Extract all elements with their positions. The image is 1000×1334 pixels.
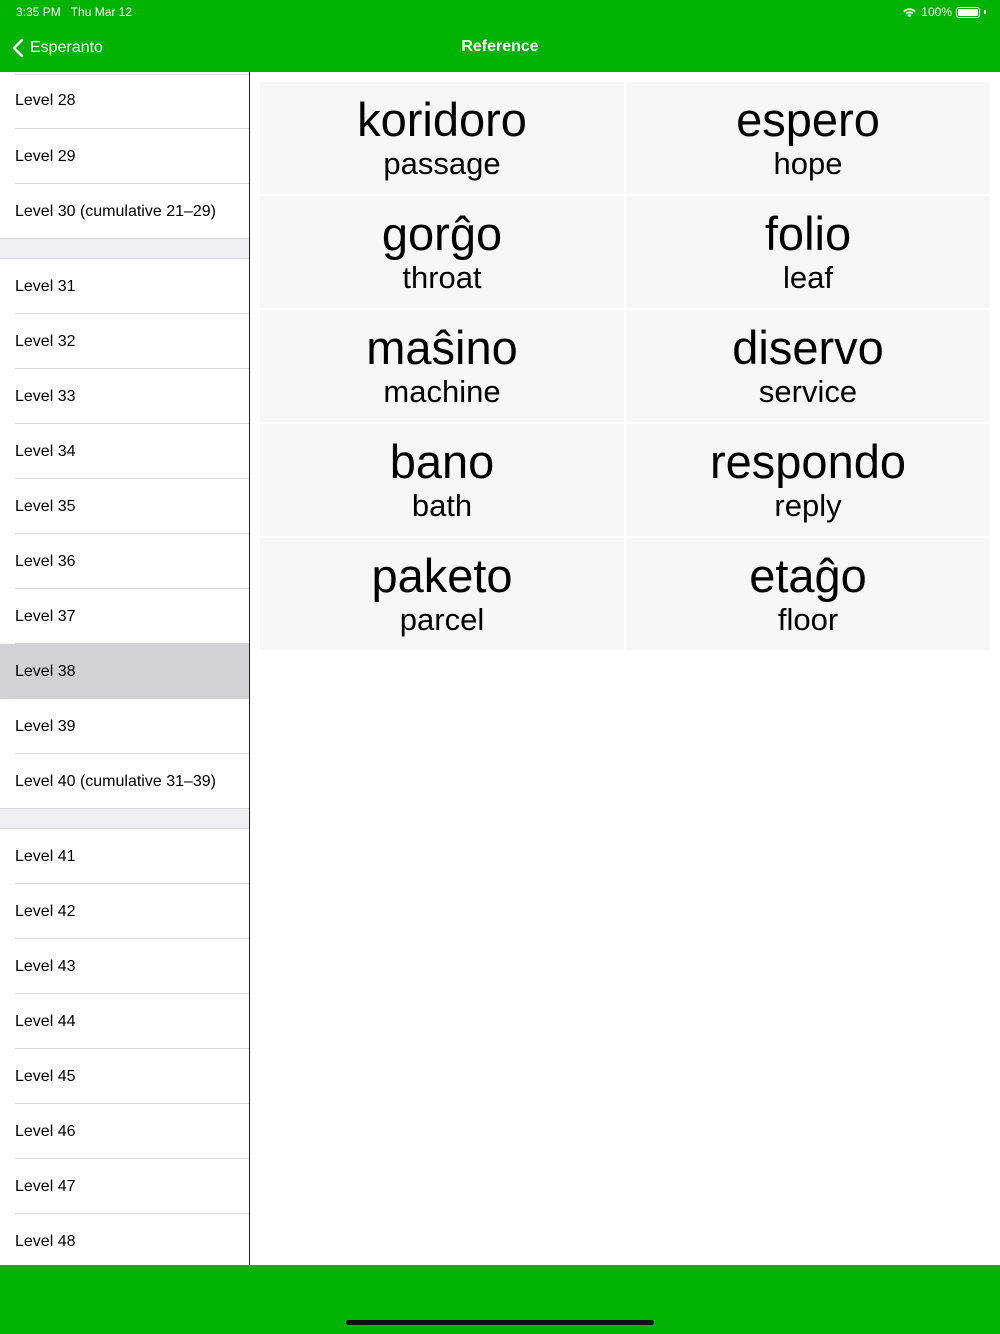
esperanto-term: espero bbox=[736, 93, 880, 146]
level-label: Level 32 bbox=[15, 332, 76, 350]
wifi-icon bbox=[903, 7, 917, 17]
level-label: Level 44 bbox=[15, 1012, 76, 1030]
level-row[interactable]: Level 48 bbox=[0, 1214, 249, 1265]
level-row[interactable]: Level 31 bbox=[0, 259, 249, 314]
battery-percent: 100% bbox=[921, 5, 952, 19]
section-separator bbox=[0, 239, 249, 259]
level-row[interactable]: Level 36 bbox=[0, 534, 249, 589]
level-label: Level 43 bbox=[15, 957, 76, 975]
vocab-card[interactable]: espero hope bbox=[626, 82, 990, 194]
status-indicators: 100% bbox=[902, 5, 986, 19]
level-row[interactable]: Level 34 bbox=[0, 424, 249, 479]
level-label: Level 35 bbox=[15, 497, 76, 515]
esperanto-term: maŝino bbox=[366, 321, 518, 374]
esperanto-term: gorĝo bbox=[381, 207, 503, 260]
level-label: Level 46 bbox=[15, 1122, 76, 1140]
esperanto-term: paketo bbox=[371, 549, 513, 602]
page-title: Reference bbox=[461, 38, 539, 55]
battery-icon bbox=[956, 6, 980, 18]
level-row[interactable]: Level 33 bbox=[0, 369, 249, 424]
level-label: Level 41 bbox=[15, 847, 76, 865]
level-label: Level 36 bbox=[15, 552, 76, 570]
english-gloss: leaf bbox=[783, 260, 833, 295]
level-row[interactable]: Level 44 bbox=[0, 994, 249, 1049]
level-label: Level 42 bbox=[15, 902, 76, 920]
level-row[interactable]: Level 32 bbox=[0, 314, 249, 369]
level-row[interactable]: Level 47 bbox=[0, 1159, 249, 1214]
esperanto-term: koridoro bbox=[357, 93, 527, 146]
section-separator bbox=[0, 809, 249, 829]
status-clock: 3:35 PM bbox=[16, 5, 61, 19]
english-gloss: service bbox=[758, 374, 858, 409]
level-label: Level 39 bbox=[15, 717, 76, 735]
vocab-grid: koridoro passage espero hope gorĝo throat f… bbox=[260, 82, 990, 650]
level-label: Level 45 bbox=[15, 1067, 76, 1085]
level-row[interactable]: Level 41 bbox=[0, 829, 249, 884]
bottom-toolbar bbox=[0, 1265, 1000, 1334]
reference-panel: koridoro passage espero hope gorĝo throat f… bbox=[250, 72, 1000, 1265]
level-row[interactable]: Level 28 bbox=[0, 72, 249, 129]
level-label: Level 47 bbox=[15, 1177, 76, 1195]
english-gloss: reply bbox=[774, 488, 842, 523]
vocab-card[interactable]: maŝino machine bbox=[260, 310, 624, 422]
english-gloss: passage bbox=[383, 146, 501, 181]
level-row[interactable]: Level 46 bbox=[0, 1104, 249, 1159]
level-row[interactable]: Level 43 bbox=[0, 939, 249, 994]
esperanto-term: diservo bbox=[732, 321, 884, 374]
vocab-card[interactable]: diservo service bbox=[626, 310, 990, 422]
navigation-bar: 3:35 PM Thu Mar 12 100% Esperanto Refere… bbox=[0, 0, 1000, 72]
vocab-card[interactable]: respondo reply bbox=[626, 424, 990, 536]
vocab-card[interactable]: paketo parcel bbox=[260, 538, 624, 650]
level-list[interactable]: Level 28 Level 29 Level 30 (cumulative 2… bbox=[0, 72, 249, 1265]
level-row[interactable]: Level 35 bbox=[0, 479, 249, 534]
level-label: Level 29 bbox=[15, 147, 76, 165]
level-row[interactable]: Level 42 bbox=[0, 884, 249, 939]
vocab-card[interactable]: folio leaf bbox=[626, 196, 990, 308]
esperanto-term: folio bbox=[764, 207, 852, 260]
level-row[interactable]: Level 30 (cumulative 21–29) bbox=[0, 184, 249, 239]
esperanto-term: respondo bbox=[710, 435, 906, 488]
english-gloss: floor bbox=[777, 602, 839, 637]
level-row[interactable]: Level 39 bbox=[0, 699, 249, 754]
level-label: Level 37 bbox=[15, 607, 76, 625]
level-label: Level 38 bbox=[15, 662, 76, 680]
english-gloss: machine bbox=[383, 374, 501, 409]
status-date: Thu Mar 12 bbox=[70, 5, 133, 19]
english-gloss: throat bbox=[402, 260, 482, 295]
level-row[interactable]: Level 45 bbox=[0, 1049, 249, 1104]
level-row[interactable]: Level 40 (cumulative 31–39) bbox=[0, 754, 249, 809]
english-gloss: hope bbox=[773, 146, 843, 181]
level-label: Level 30 (cumulative 21–29) bbox=[15, 202, 217, 220]
level-row[interactable]: Level 29 bbox=[0, 129, 249, 184]
home-indicator[interactable] bbox=[346, 1320, 654, 1325]
vocab-card[interactable]: bano bath bbox=[260, 424, 624, 536]
vocab-card[interactable]: koridoro passage bbox=[260, 82, 624, 194]
battery-tip bbox=[984, 10, 986, 14]
level-row-selected[interactable]: Level 38 bbox=[0, 644, 249, 699]
level-label: Level 40 (cumulative 31–39) bbox=[15, 772, 217, 790]
level-label: Level 28 bbox=[15, 91, 76, 109]
level-row[interactable]: Level 37 bbox=[0, 589, 249, 644]
level-label: Level 33 bbox=[15, 387, 76, 405]
level-label: Level 48 bbox=[15, 1232, 76, 1250]
vocab-card[interactable]: gorĝo throat bbox=[260, 196, 624, 308]
english-gloss: parcel bbox=[399, 602, 485, 637]
esperanto-term: etaĝo bbox=[749, 549, 867, 602]
level-label: Level 34 bbox=[15, 442, 76, 460]
english-gloss: bath bbox=[411, 488, 473, 523]
esperanto-term: bano bbox=[389, 435, 495, 488]
status-time: 3:35 PM Thu Mar 12 bbox=[16, 5, 132, 19]
level-label: Level 31 bbox=[15, 277, 76, 295]
vocab-card[interactable]: etaĝo floor bbox=[626, 538, 990, 650]
